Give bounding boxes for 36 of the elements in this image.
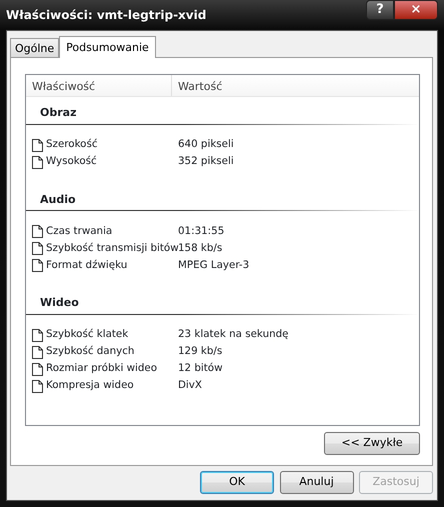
tab[interactable]: Podsumowanie bbox=[59, 36, 156, 58]
property-name: Wysokość bbox=[46, 154, 97, 170]
property-name: Rozmiar próbki wideo bbox=[46, 361, 158, 376]
document-icon bbox=[32, 328, 43, 342]
document-icon bbox=[32, 225, 43, 238]
property-name: Format dźwięku bbox=[46, 258, 128, 273]
property-value: MPEG Layer-3 bbox=[177, 258, 250, 273]
dialog-button[interactable]: Anuluj bbox=[280, 471, 354, 494]
document-icon bbox=[32, 362, 43, 376]
property-value: 352 pikseli bbox=[177, 154, 234, 170]
property-value: 129 kb/s bbox=[177, 344, 222, 360]
property-name: Szerokość bbox=[46, 137, 98, 152]
property-name: Szybkość danych bbox=[46, 344, 134, 360]
property-name: Szybkość transmisji bitów bbox=[46, 240, 179, 256]
property-value: 12 bitów bbox=[177, 361, 223, 376]
document-icon bbox=[32, 380, 43, 392]
document-icon bbox=[32, 346, 43, 358]
document-icon bbox=[32, 242, 43, 255]
document-icon bbox=[32, 156, 43, 168]
property-name: Czas trwania bbox=[46, 224, 112, 239]
dialog-button[interactable]: OK bbox=[200, 471, 274, 494]
details-toggle-button[interactable]: << Zwykłe bbox=[324, 432, 420, 454]
document-icon bbox=[32, 259, 43, 272]
document-icon bbox=[32, 138, 43, 152]
property-name: Szybkość klatek bbox=[46, 327, 128, 342]
property-value: 640 pikseli bbox=[177, 137, 234, 152]
property-name: Kompresja wideo bbox=[46, 378, 134, 394]
column-header[interactable]: Właściwość bbox=[26, 75, 172, 96]
tab[interactable]: Ogólne bbox=[10, 38, 60, 57]
window-title: Właściwości: vmt-legtrip-xvid bbox=[6, 7, 206, 24]
property-value: 01:31:55 bbox=[177, 224, 224, 239]
property-value: DivX bbox=[177, 378, 202, 394]
property-value: 23 klatek na sekundę bbox=[177, 327, 288, 342]
help-button[interactable]: ? bbox=[366, 0, 394, 20]
column-header[interactable]: Wartość bbox=[172, 75, 228, 96]
close-button[interactable]: × bbox=[394, 0, 438, 20]
